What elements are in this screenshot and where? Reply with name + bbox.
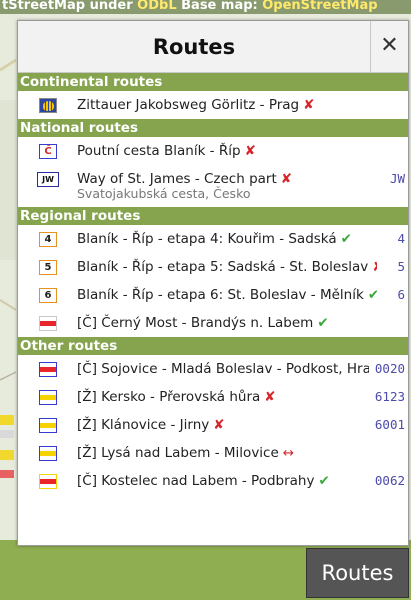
route-subtitle: Svatojakubská cesta, Česko [77,186,251,201]
route-label: [Č] Sojovice - Mladá Boleslav - Podkost,… [77,361,369,377]
section-national: National routes [18,119,408,137]
route-symbol-icon: JW [37,172,59,187]
routes-panel: Routes ✕ Continental routes Zittauer Jak… [17,20,409,546]
route-ref: 6 [397,287,405,302]
yellow-stripe-icon [39,446,57,461]
route-row[interactable]: [Ž] Lysá nad Labem - Milovice ↔ [18,439,408,467]
route-row[interactable]: Č Poutní cesta Blaník - Říp ✘ [18,137,408,165]
route-symbol-icon: 5 [39,260,57,275]
section-continental: Continental routes [18,73,408,91]
route-row[interactable]: [Ž] Kersko - Přerovská hůra ✘ 6123 [18,383,408,411]
route-ref: 0020 [374,361,405,376]
route-row[interactable]: JW Way of St. James - Czech part ✘ Svatoj… [18,165,408,207]
route-label: [Č] Kostelec nad Labem - Podbrahy ✔ [77,473,330,489]
odbl-link[interactable]: ODbL [137,0,176,13]
route-row[interactable]: 4 Blaník - Říp - etapa 4: Kouřim - Sadsk… [18,225,408,253]
attribution-prefix: tStreetMap under [2,0,138,13]
status-icon: ✔ [318,473,330,489]
route-label: Poutní cesta Blaník - Říp ✘ [77,143,256,159]
map-attribution: tStreetMap under ODbL Base map: OpenStre… [0,0,411,14]
status-icon: ✔ [367,287,377,303]
status-icon: ✔ [340,231,352,247]
route-row[interactable]: Zittauer Jakobsweg Görlitz - Prag ✘ [18,91,408,119]
route-label: [Ž] Kersko - Přerovská hůra ✘ [77,389,276,405]
routes-toggle-button[interactable]: Routes [306,548,409,598]
route-row[interactable]: [Č] Sojovice - Mladá Boleslav - Podkost,… [18,355,408,383]
route-row[interactable]: [Ž] Klánovice - Jirny ✘ 6001 [18,411,408,439]
route-ref: 0062 [374,473,405,488]
route-label: Blaník - Říp - etapa 4: Kouřim - Sadská ✔ [77,231,352,247]
route-ref: 5 [397,259,405,274]
status-icon: ✘ [372,259,377,275]
yellow-stripe-icon [39,390,57,405]
route-ref: 4 [397,231,405,246]
status-icon: ✘ [244,143,256,159]
status-icon: ✘ [264,389,276,405]
route-row[interactable]: [Č] Černý Most - Brandýs n. Labem ✔ [18,309,408,337]
status-icon: ✔ [317,315,329,331]
section-other: Other routes [18,337,408,355]
red-stripe-icon [39,474,57,489]
route-symbol-icon: 6 [39,288,57,303]
panel-title: Routes [152,35,236,59]
section-regional: Regional routes [18,207,408,225]
red-stripe-icon [39,316,57,331]
route-symbol-icon: Č [39,144,57,159]
route-symbol-icon: 4 [39,232,57,247]
status-icon: ✘ [280,171,293,187]
route-row[interactable]: [Č] Kostelec nad Labem - Podbrahy ✔ 0062 [18,467,408,495]
route-ref: 6123 [374,389,405,404]
basemap-link[interactable]: OpenStreetMap [262,0,377,13]
route-label: [Ž] Lysá nad Labem - Milovice ↔ [77,445,295,461]
route-ref: 6001 [374,417,405,432]
route-label: Blaník - Říp - etapa 5: Sadská - St. Bol… [77,253,377,281]
panel-header: Routes ✕ [18,21,408,73]
route-label: Blaník - Říp - etapa 6: St. Boleslav - M… [77,281,377,309]
attribution-middle: Base map: [176,0,263,13]
red-stripe-icon [39,362,57,377]
route-row[interactable]: 6 Blaník - Říp - etapa 6: St. Boleslav -… [18,281,408,309]
route-label: Zittauer Jakobsweg Görlitz - Prag ✘ [77,97,315,113]
status-icon: ↔ [282,445,295,461]
route-label: [Ž] Klánovice - Jirny ✘ [77,417,225,433]
route-ref: JW [389,171,405,186]
jakobsweg-shell-icon [39,98,57,113]
status-icon: ✘ [213,417,225,433]
route-label: [Č] Černý Most - Brandýs n. Labem ✔ [77,315,329,331]
yellow-stripe-icon [39,418,57,433]
status-icon: ✘ [303,97,315,113]
close-button[interactable]: ✕ [370,21,408,73]
route-row[interactable]: 5 Blaník - Říp - etapa 5: Sadská - St. B… [18,253,408,281]
